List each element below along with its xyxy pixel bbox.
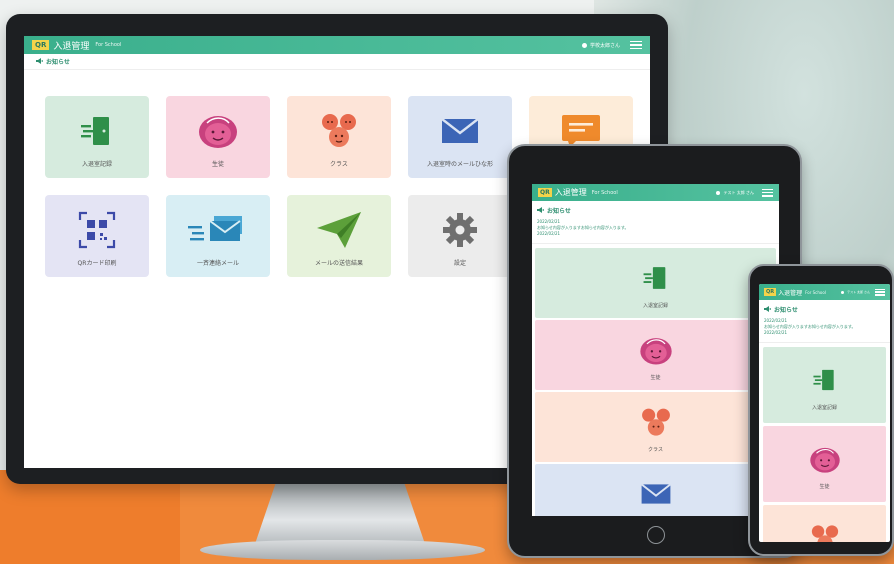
menu-list: 入退室記録 生徒	[759, 343, 890, 542]
app-header: QR 入退管理 For School テスト 太郎 さん	[532, 184, 779, 201]
hamburger-menu-icon[interactable]	[762, 188, 773, 197]
orange-band-left	[0, 470, 180, 564]
user-icon	[841, 290, 845, 294]
tablet-screen: QR 入退管理 For School テスト 太郎 さん お知らせ 2022/0…	[532, 184, 779, 516]
user-menu[interactable]: テスト 太郎 さん	[841, 290, 870, 294]
menu-list: 入退室記録 生徒 クラス	[532, 244, 779, 516]
app-title: 入退管理	[778, 289, 803, 297]
notice-date-2: 2022/02/21	[537, 231, 561, 236]
hamburger-menu-icon[interactable]	[875, 288, 885, 296]
menu-tile-students[interactable]: 生徒	[763, 426, 886, 502]
menu-tile-bulk-mail[interactable]: 一斉連絡メール	[166, 195, 270, 277]
menu-tile-label: 生徒	[819, 484, 830, 490]
menu-tile-label: 入退室記録	[81, 161, 112, 168]
menu-tile-students[interactable]: 生徒	[535, 320, 776, 390]
megaphone-icon	[36, 57, 43, 66]
app-subtitle: For School	[591, 189, 618, 196]
paper-plane-icon	[315, 210, 363, 250]
door-exit-icon	[79, 113, 115, 149]
student-face-icon	[195, 111, 241, 151]
menu-tile-students[interactable]: 生徒	[166, 96, 270, 178]
user-name: テスト 太郎 さん	[847, 290, 870, 294]
hamburger-menu-icon[interactable]	[630, 40, 642, 50]
app-title: 入退管理	[554, 188, 587, 197]
menu-tile-mail-template[interactable]	[535, 464, 776, 516]
menu-tile-classes[interactable]: クラス	[535, 392, 776, 462]
user-name: テスト 太郎 さん	[723, 189, 754, 195]
notice-link[interactable]: お知らせ	[764, 305, 885, 314]
menu-tile-label: 一斉連絡メール	[196, 260, 239, 267]
menu-tile-entry-record[interactable]: 入退室記録	[45, 96, 149, 178]
qr-card-icon	[77, 210, 117, 250]
menu-tile-send-results[interactable]: メールの送信結果	[287, 195, 391, 277]
app-header: QR 入退管理 For School 学校太郎さん	[24, 36, 650, 54]
qr-logo-badge[interactable]: QR	[764, 288, 777, 296]
menu-tile-label: 入退室記録	[811, 405, 837, 411]
bulk-mail-icon	[188, 214, 248, 246]
notice-link[interactable]: お知らせ	[24, 54, 650, 70]
menu-tile-entry-record[interactable]: 入退室記録	[535, 248, 776, 318]
qr-logo-badge[interactable]: QR	[32, 40, 50, 50]
menu-tile-label: クラス	[330, 161, 348, 168]
menu-tile-label: 設定	[453, 260, 466, 267]
notice-heading: お知らせ	[547, 208, 571, 215]
monitor-stand-base	[200, 540, 485, 560]
tablet-home-button[interactable]	[647, 526, 665, 544]
menu-tile-settings[interactable]: 設定	[408, 195, 512, 277]
notice-heading: お知らせ	[46, 59, 70, 66]
menu-tile-entry-record[interactable]: 入退室記録	[763, 347, 886, 423]
notice-panel: お知らせ 2022/02/21 お知らせ内容が入りますお知らせ内容が入ります。 …	[532, 201, 779, 244]
class-group-icon	[317, 111, 361, 151]
app-subtitle: For School	[805, 289, 826, 295]
notice-link[interactable]: お知らせ	[537, 206, 774, 215]
student-face-icon	[637, 334, 675, 367]
user-icon	[581, 42, 587, 48]
app-subtitle: For School	[95, 42, 122, 48]
menu-tile-classes[interactable]: クラス	[287, 96, 391, 178]
menu-tile-label: メールの送信結果	[314, 260, 363, 267]
menu-tile-label: 生徒	[211, 161, 224, 168]
megaphone-icon	[537, 206, 544, 215]
notice-panel: お知らせ 2022/02/21 お知らせ内容が入りますお知らせ内容が入ります。 …	[759, 300, 890, 343]
app-header: QR 入退管理 For School テスト 太郎 さん	[759, 284, 890, 300]
gear-icon	[441, 211, 479, 249]
megaphone-icon	[764, 305, 771, 314]
menu-tile-qr-print[interactable]: QRカード印刷	[45, 195, 149, 277]
menu-tile-label: 入退室時のメールひな形	[426, 161, 493, 168]
menu-tile-label: QRカード印刷	[77, 260, 117, 267]
mail-template-icon	[440, 116, 480, 146]
door-exit-icon	[812, 367, 838, 393]
student-face-icon	[807, 444, 843, 475]
notice-date-2: 2022/02/21	[764, 330, 788, 335]
notice-heading: お知らせ	[774, 307, 798, 314]
menu-tile-classes[interactable]	[763, 505, 886, 542]
user-menu[interactable]: 学校太郎さん	[581, 42, 620, 49]
mail-template-icon	[640, 482, 672, 506]
menu-tile-mail-template[interactable]: 入退室時のメールひな形	[408, 96, 512, 178]
monitor-stand-neck	[255, 484, 425, 544]
user-icon	[716, 190, 721, 195]
user-name: 学校太郎さん	[589, 42, 620, 49]
class-group-icon	[808, 523, 842, 542]
user-menu[interactable]: テスト 太郎 さん	[716, 190, 754, 196]
qr-logo-badge[interactable]: QR	[538, 188, 552, 197]
app-title: 入退管理	[53, 41, 90, 52]
phone-screen: QR 入退管理 For School テスト 太郎 さん お知らせ 2022/0…	[759, 284, 890, 542]
menu-tile-label: 生徒	[650, 375, 661, 381]
phone-device: QR 入退管理 For School テスト 太郎 さん お知らせ 2022/0…	[748, 264, 894, 556]
class-group-icon	[638, 406, 674, 439]
menu-tile-label: 入退室記録	[642, 303, 668, 309]
menu-tile-label: クラス	[648, 447, 663, 453]
door-exit-icon	[642, 264, 670, 292]
